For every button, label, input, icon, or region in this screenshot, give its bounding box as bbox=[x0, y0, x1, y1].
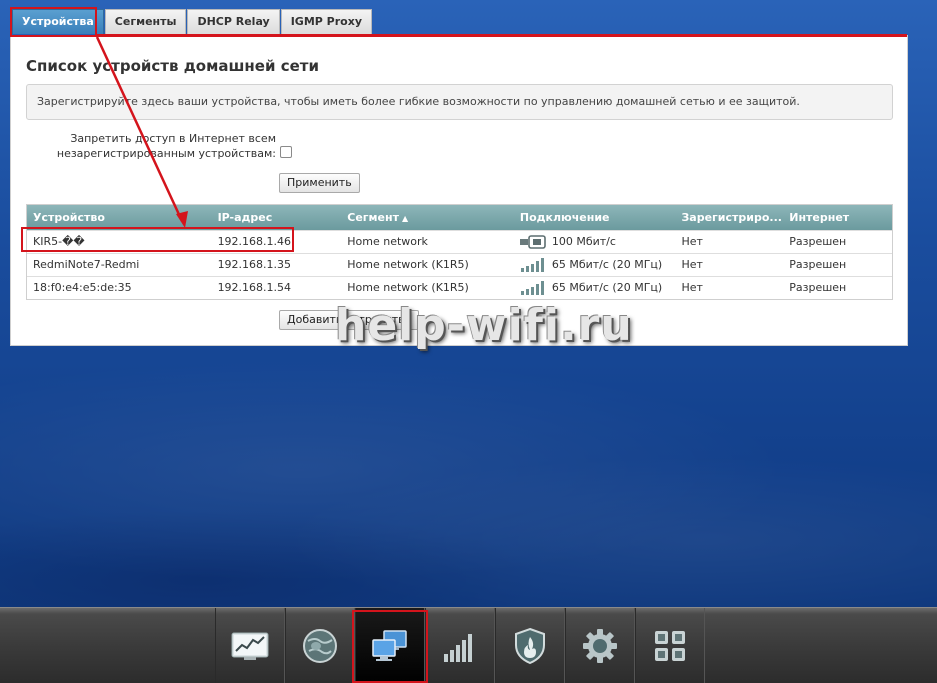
sort-asc-icon: ▲ bbox=[401, 214, 409, 223]
column-header-ip[interactable]: IP-адрес bbox=[212, 205, 342, 230]
tab-dhcp-relay[interactable]: DHCP Relay bbox=[187, 9, 280, 34]
page-title: Список устройств домашней сети bbox=[26, 57, 319, 75]
table-row[interactable]: 18:f0:e4:e5:de:35 192.168.1.54 Home netw… bbox=[27, 276, 892, 299]
column-header-device[interactable]: Устройство bbox=[27, 205, 212, 230]
tab-devices[interactable]: Устройства bbox=[12, 9, 104, 34]
gear-icon bbox=[583, 629, 617, 663]
shield-icon bbox=[515, 627, 545, 665]
tab-bar: Устройства Сегменты DHCP Relay IGMP Prox… bbox=[12, 9, 373, 34]
block-unregistered-checkbox[interactable] bbox=[280, 146, 292, 158]
device-connection: 65 Мбит/с (20 МГц) bbox=[514, 277, 676, 299]
dock-monitor-button[interactable] bbox=[215, 608, 285, 683]
wifi-signal-icon bbox=[520, 258, 544, 272]
device-internet: Разрешен bbox=[789, 235, 847, 248]
bottom-dock bbox=[0, 607, 937, 683]
device-ip: 192.168.1.35 bbox=[217, 258, 292, 271]
column-header-internet[interactable]: Интернет bbox=[783, 205, 892, 230]
device-name: RedmiNote7-Redmi bbox=[33, 258, 140, 271]
device-registered: Нет bbox=[681, 281, 703, 294]
wifi-signal-icon bbox=[520, 281, 544, 295]
device-connection: 65 Мбит/с (20 МГц) bbox=[514, 254, 676, 276]
table-header: Устройство IP-адрес Сегмент ▲ Подключение… bbox=[27, 205, 892, 230]
device-internet: Разрешен bbox=[789, 281, 847, 294]
table-row[interactable]: KIR5-�� 192.168.1.46 Home network 100 Мб… bbox=[27, 230, 892, 253]
device-internet: Разрешен bbox=[789, 258, 847, 271]
dock-internet-button[interactable] bbox=[285, 608, 355, 683]
block-unregistered-label: Запретить доступ в Интернет всем незарег… bbox=[56, 132, 276, 160]
device-connection: 100 Мбит/с bbox=[514, 231, 676, 253]
device-name: KIR5-�� bbox=[33, 235, 85, 248]
device-segment: Home network bbox=[347, 235, 428, 248]
device-name: 18:f0:e4:e5:de:35 bbox=[33, 281, 132, 294]
device-segment: Home network (K1R5) bbox=[347, 258, 469, 271]
globe-icon bbox=[303, 629, 337, 663]
column-header-segment[interactable]: Сегмент ▲ bbox=[341, 205, 514, 230]
panel-red-underline bbox=[96, 34, 907, 37]
dock-security-button[interactable] bbox=[495, 608, 565, 683]
column-header-registered[interactable]: Зарегистриро... bbox=[675, 205, 783, 230]
device-segment: Home network (K1R5) bbox=[347, 281, 469, 294]
watermark-text: help-wifi.ru bbox=[335, 300, 633, 351]
dock-apps-button[interactable] bbox=[635, 608, 705, 683]
apps-grid-icon bbox=[655, 631, 685, 661]
dock-items bbox=[215, 608, 705, 683]
apply-button[interactable]: Применить bbox=[279, 173, 360, 193]
monitor-chart-icon bbox=[231, 632, 269, 660]
ethernet-port-icon bbox=[519, 235, 546, 249]
signal-bars-icon bbox=[444, 634, 472, 662]
dock-home-network-button[interactable] bbox=[355, 608, 425, 683]
device-ip: 192.168.1.46 bbox=[217, 235, 292, 248]
column-header-connection[interactable]: Подключение bbox=[514, 205, 676, 230]
dock-wifi-button[interactable] bbox=[425, 608, 495, 683]
device-ip: 192.168.1.54 bbox=[217, 281, 292, 294]
tab-igmp-proxy[interactable]: IGMP Proxy bbox=[280, 9, 372, 34]
table-row[interactable]: RedmiNote7-Redmi 192.168.1.35 Home netwo… bbox=[27, 253, 892, 276]
devices-table: Устройство IP-адрес Сегмент ▲ Подключение… bbox=[26, 204, 893, 300]
tab-segments[interactable]: Сегменты bbox=[104, 9, 187, 34]
home-network-icon bbox=[372, 630, 407, 661]
device-registered: Нет bbox=[681, 235, 703, 248]
dock-settings-button[interactable] bbox=[565, 608, 635, 683]
device-registered: Нет bbox=[681, 258, 703, 271]
info-message: Зарегистрируйте здесь ваши устройства, ч… bbox=[26, 84, 893, 120]
